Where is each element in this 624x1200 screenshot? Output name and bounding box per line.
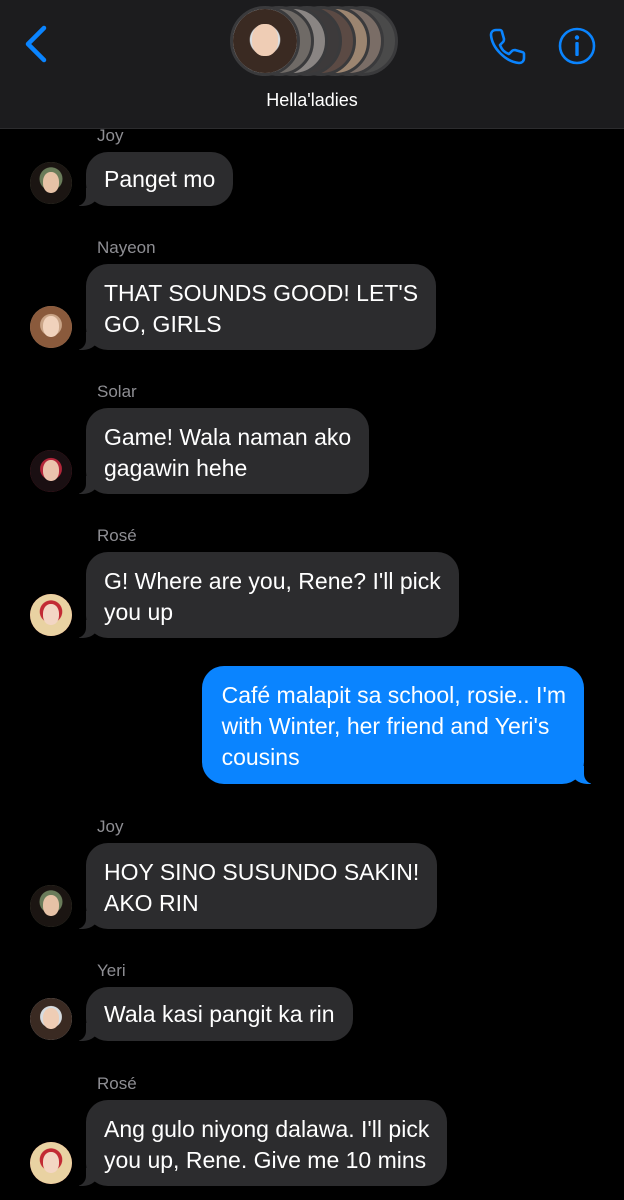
avatar[interactable] (30, 594, 72, 636)
message-bubble[interactable]: Game! Wala naman ako gagawin hehe (74, 408, 370, 494)
sender-name: Rosé (97, 526, 137, 545)
avatar[interactable] (30, 450, 72, 492)
sent-message-bubble[interactable]: Café malapit sa school, rosie.. I'm with… (201, 666, 596, 784)
group-avatar-stack[interactable] (230, 4, 398, 80)
message-bubble[interactable]: THAT SOUNDS GOOD! LET'S GO, GIRLS (74, 264, 437, 350)
message-bubble[interactable]: Wala kasi pangit ka rin (75, 987, 353, 1041)
avatar[interactable] (30, 998, 72, 1040)
message-bubble[interactable]: Ang gulo niyong dalawa. I'll pick you up… (74, 1100, 448, 1186)
sender-name: Nayeon (97, 238, 156, 257)
info-button[interactable] (555, 24, 599, 68)
message-bubble[interactable]: G! Where are you, Rene? I'll pick you up (75, 552, 459, 638)
avatar[interactable] (30, 162, 72, 204)
message-bubble[interactable]: HOY SINO SUSUNDO SAKIN! AKO RIN (74, 843, 438, 929)
group-name[interactable]: Hella'ladies (0, 90, 624, 111)
phone-icon (489, 28, 526, 65)
conversation-header: Hella'ladies (0, 0, 624, 129)
sender-name: Solar (97, 382, 137, 401)
call-button[interactable] (486, 24, 530, 68)
message-bubble[interactable]: Panget mo (74, 152, 234, 206)
sender-name: Joy (97, 126, 124, 145)
sender-name: Rosé (97, 1074, 137, 1093)
avatar[interactable] (30, 306, 72, 348)
info-icon (558, 27, 596, 65)
back-button[interactable] (18, 22, 58, 66)
avatar[interactable] (30, 885, 72, 927)
chevron-left-icon (25, 25, 47, 63)
avatar (230, 6, 300, 76)
sender-name: Joy (97, 817, 124, 836)
sender-name: Yeri (97, 961, 126, 980)
avatar[interactable] (30, 1142, 72, 1184)
message-list[interactable]: Joy Panget mo Nayeon THAT SOUNDS GOOD! L… (0, 0, 624, 1200)
